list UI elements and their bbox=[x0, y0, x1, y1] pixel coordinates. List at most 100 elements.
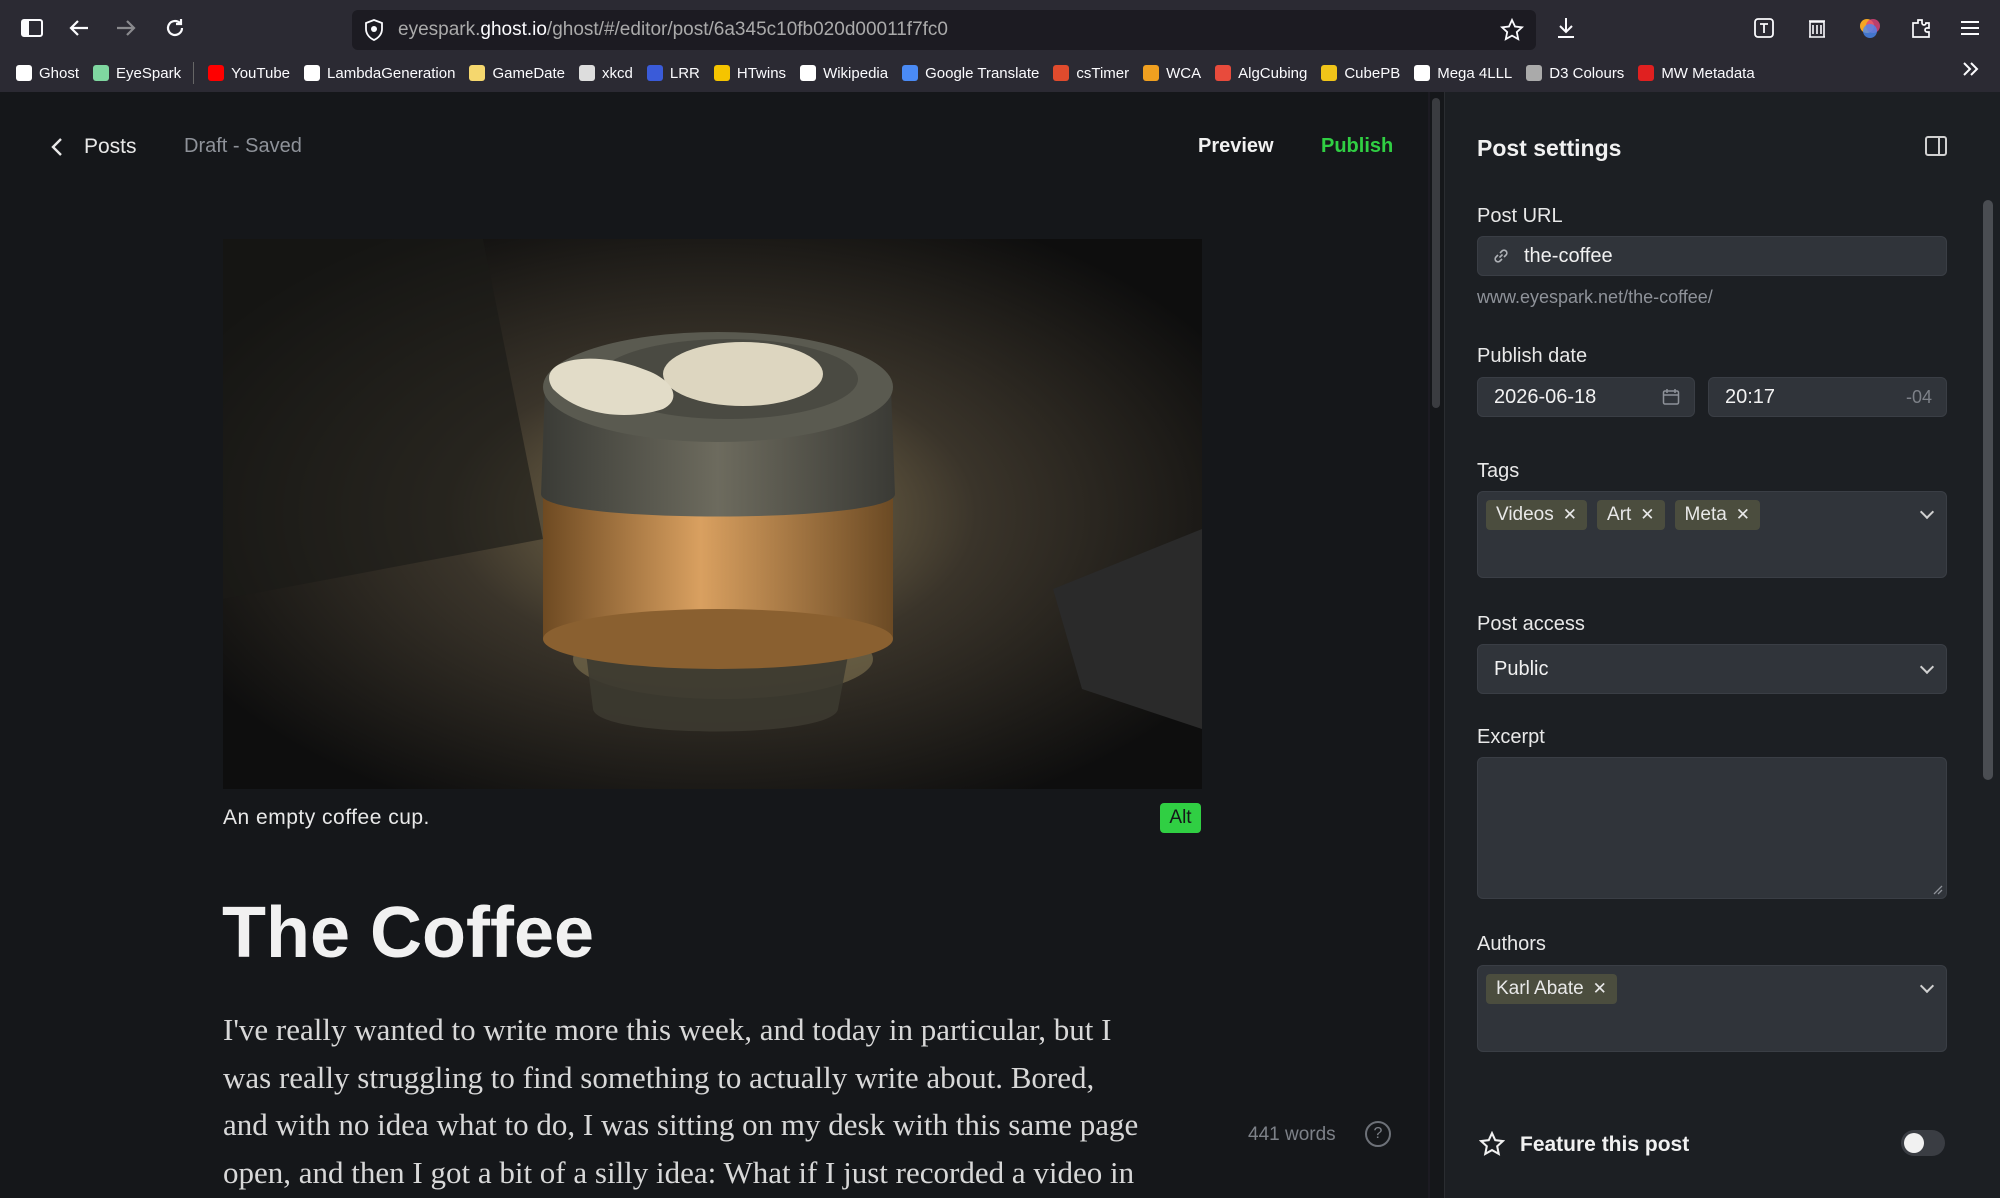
chevron-down-icon[interactable] bbox=[1919, 978, 1935, 994]
remove-tag-icon[interactable]: ✕ bbox=[1736, 505, 1750, 525]
url-bar[interactable]: eyespark.ghost.io/ghost/#/editor/post/6a… bbox=[352, 10, 1536, 50]
editor-scrollbar[interactable] bbox=[1430, 92, 1444, 1198]
post-access-value: Public bbox=[1494, 657, 1549, 680]
image-caption[interactable]: An empty coffee cup. bbox=[223, 806, 430, 830]
bookmark-label: MW Metadata bbox=[1661, 64, 1755, 82]
publish-button[interactable]: Publish bbox=[1321, 135, 1393, 158]
remove-tag-icon[interactable]: ✕ bbox=[1640, 505, 1654, 525]
tags-label: Tags bbox=[1477, 460, 1520, 482]
extension-t-icon[interactable] bbox=[1744, 6, 1784, 50]
post-body[interactable]: I've really wanted to write more this we… bbox=[223, 1006, 1203, 1196]
help-button[interactable]: ? bbox=[1365, 1121, 1391, 1147]
bookmark-item[interactable]: Ghost bbox=[16, 65, 79, 82]
bookmark-label: csTimer bbox=[1076, 64, 1130, 82]
bookmark-item[interactable]: AlgCubing bbox=[1215, 65, 1307, 82]
star-icon bbox=[1478, 1130, 1506, 1162]
extension-building-icon[interactable] bbox=[1797, 6, 1837, 50]
bookmark-item[interactable]: GameDate bbox=[469, 65, 565, 82]
author-chip-label: Karl Abate bbox=[1496, 978, 1584, 999]
bookmark-label: LRR bbox=[669, 64, 700, 82]
bookmark-label: HTwins bbox=[736, 64, 787, 82]
post-access-select[interactable]: Public bbox=[1477, 644, 1947, 694]
tag-chip[interactable]: Videos ✕ bbox=[1486, 500, 1588, 530]
forward-icon[interactable] bbox=[106, 6, 146, 50]
bookmark-item[interactable]: LambdaGeneration bbox=[304, 65, 455, 82]
publish-time-input[interactable]: 20:17 -04 bbox=[1708, 377, 1947, 417]
calendar-icon[interactable] bbox=[1662, 388, 1680, 406]
authors-label: Authors bbox=[1477, 933, 1546, 955]
chevron-down-icon bbox=[1919, 659, 1935, 675]
bookmark-item[interactable]: LRR bbox=[646, 64, 700, 82]
bookmark-item[interactable]: xkcd bbox=[579, 65, 633, 82]
excerpt-textarea[interactable] bbox=[1477, 757, 1947, 899]
chevron-down-icon[interactable] bbox=[1919, 504, 1935, 520]
bookmark-label: WCA bbox=[1166, 64, 1202, 82]
body-line: open, and then I got a bit of a silly id… bbox=[223, 1154, 1135, 1190]
reload-icon[interactable] bbox=[155, 6, 195, 50]
bookmark-item[interactable]: CubePB bbox=[1321, 65, 1400, 82]
bookmark-favicon-icon bbox=[1143, 65, 1160, 81]
back-icon[interactable] bbox=[59, 6, 99, 50]
bookmark-label: xkcd bbox=[602, 64, 633, 82]
url-prefix: eyespark. bbox=[398, 19, 481, 40]
tags-input[interactable]: Videos ✕ Art ✕ Meta ✕ bbox=[1477, 491, 1947, 578]
bookmark-item[interactable]: MW Metadata bbox=[1638, 64, 1755, 82]
panel-toggle-icon[interactable] bbox=[1925, 136, 1947, 156]
settings-scrollbar[interactable] bbox=[1983, 200, 1993, 780]
bookmark-label: CubePB bbox=[1344, 64, 1401, 82]
time-value: 20:17 bbox=[1725, 385, 1776, 408]
post-url-value: the-coffee bbox=[1524, 244, 1613, 267]
menu-icon[interactable] bbox=[1950, 6, 1990, 50]
shield-icon[interactable] bbox=[364, 19, 384, 46]
alt-text-button[interactable]: Alt bbox=[1160, 803, 1201, 833]
back-to-posts-link[interactable]: Posts bbox=[50, 135, 137, 159]
post-url-input[interactable]: the-coffee bbox=[1477, 236, 1947, 276]
author-chip[interactable]: Karl Abate ✕ bbox=[1486, 974, 1617, 1004]
bookmark-label: YouTube bbox=[231, 64, 291, 82]
url-text[interactable]: eyespark.ghost.io/ghost/#/editor/post/6a… bbox=[398, 19, 948, 41]
tag-chip-label: Meta bbox=[1684, 504, 1727, 525]
tag-chip[interactable]: Art ✕ bbox=[1597, 500, 1665, 530]
back-label: Posts bbox=[84, 135, 137, 158]
bookmark-label: AlgCubing bbox=[1238, 64, 1308, 82]
extension-color-icon[interactable] bbox=[1850, 6, 1890, 50]
body-line: and with no idea what to do, I was sitti… bbox=[223, 1107, 1139, 1142]
bookmark-item[interactable]: HTwins bbox=[713, 64, 787, 82]
bookmark-favicon-icon bbox=[579, 65, 596, 81]
bookmark-favicon-icon bbox=[1215, 65, 1232, 81]
bookmark-item[interactable]: WCA bbox=[1143, 65, 1201, 82]
chevron-left-icon bbox=[51, 138, 62, 156]
bookmark-favicon-icon bbox=[713, 65, 730, 81]
feature-image[interactable] bbox=[223, 239, 1202, 789]
publish-date-label: Publish date bbox=[1477, 345, 1588, 367]
tags-list: Videos ✕ Art ✕ Meta ✕ bbox=[1486, 500, 1770, 530]
sidebar-toggle-icon[interactable] bbox=[12, 6, 52, 50]
bookmark-item[interactable]: YouTube bbox=[208, 65, 290, 82]
post-title[interactable]: The Coffee bbox=[222, 892, 594, 974]
publish-date-input[interactable]: 2026-06-18 bbox=[1477, 377, 1695, 417]
remove-tag-icon[interactable]: ✕ bbox=[1563, 505, 1577, 525]
authors-input[interactable]: Karl Abate ✕ bbox=[1477, 965, 1947, 1052]
remove-author-icon[interactable]: ✕ bbox=[1593, 979, 1607, 999]
bookmark-item[interactable]: D3 Colours bbox=[1526, 65, 1624, 82]
bookmark-label: D3 Colours bbox=[1549, 64, 1625, 82]
bookmark-item[interactable]: EyeSpark bbox=[93, 65, 181, 82]
bookmark-star-icon[interactable] bbox=[1499, 17, 1525, 47]
bookmark-item[interactable]: Wikipedia bbox=[800, 65, 888, 82]
bookmark-label: EyeSpark bbox=[116, 64, 182, 82]
editor-scroll-thumb[interactable] bbox=[1432, 98, 1440, 408]
tag-chip[interactable]: Meta ✕ bbox=[1674, 500, 1761, 530]
bookmarks-overflow-icon[interactable] bbox=[1962, 60, 1980, 83]
preview-button[interactable]: Preview bbox=[1198, 135, 1274, 158]
bookmark-item[interactable]: csTimer bbox=[1053, 65, 1129, 82]
extensions-icon[interactable] bbox=[1901, 6, 1941, 50]
word-count: 441 words bbox=[1248, 1124, 1336, 1145]
bookmark-item[interactable]: Google Translate bbox=[902, 65, 1039, 82]
bookmark-favicon-icon bbox=[16, 65, 32, 81]
bookmark-label: Mega 4LLL bbox=[1437, 64, 1513, 82]
resize-handle-icon[interactable] bbox=[1931, 883, 1943, 895]
feature-post-toggle[interactable] bbox=[1901, 1130, 1945, 1156]
tag-chip-label: Videos bbox=[1496, 504, 1554, 525]
bookmark-item[interactable]: Mega 4LLL bbox=[1414, 65, 1512, 82]
download-icon[interactable] bbox=[1546, 6, 1586, 50]
